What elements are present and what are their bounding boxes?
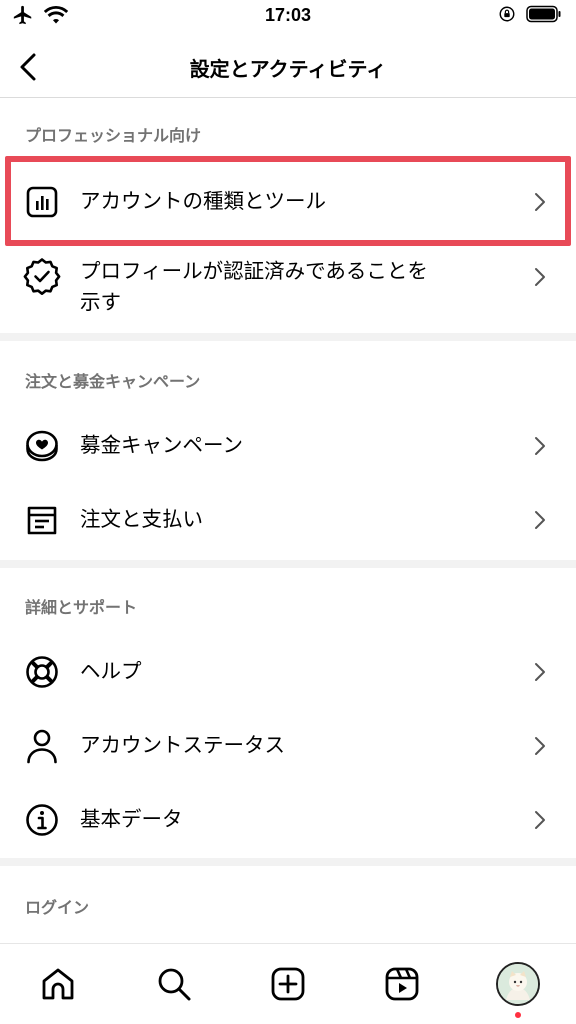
nav-bar: 設定とアクティビティ bbox=[0, 36, 576, 98]
list-item-label: アカウントステータス bbox=[80, 733, 285, 757]
section-divider bbox=[0, 858, 576, 866]
tab-bar bbox=[0, 943, 576, 1024]
list-item-orders-payments[interactable]: 注文と支払い bbox=[0, 484, 576, 556]
list-item-label: 基本データ bbox=[80, 807, 183, 831]
home-icon bbox=[40, 966, 76, 1002]
list-item-fundraisers[interactable]: 募金キャンペーン bbox=[0, 410, 576, 482]
highlight-box bbox=[5, 156, 571, 246]
section-header-professional: プロフェッショナル向け bbox=[25, 126, 202, 145]
notification-dot bbox=[515, 1012, 521, 1018]
section-header-orders-fundraisers: 注文と募金キャンペーン bbox=[25, 372, 201, 391]
list-item-label: 注文と支払い bbox=[80, 507, 203, 531]
receipt-icon bbox=[22, 500, 62, 540]
status-right-icons bbox=[498, 5, 562, 23]
search-icon bbox=[156, 966, 192, 1002]
battery-icon bbox=[526, 5, 562, 23]
list-item-label-line1: プロフィールが認証済みであることを bbox=[80, 259, 428, 283]
chevron-right-icon bbox=[532, 265, 548, 289]
list-item-account-status[interactable]: アカウントステータス bbox=[0, 710, 576, 782]
orientation-lock-icon bbox=[498, 5, 516, 23]
info-icon bbox=[22, 800, 62, 840]
verified-badge-icon bbox=[22, 256, 62, 296]
tab-home[interactable] bbox=[36, 962, 80, 1006]
reels-icon bbox=[384, 966, 420, 1002]
chevron-right-icon bbox=[532, 660, 548, 684]
section-divider bbox=[0, 560, 576, 568]
list-item-label-line2: 示す bbox=[80, 290, 121, 314]
section-header-login: ログイン bbox=[25, 898, 90, 917]
tab-profile[interactable] bbox=[496, 962, 540, 1006]
list-item-about[interactable]: 基本データ bbox=[0, 784, 576, 856]
tab-reels[interactable] bbox=[380, 962, 424, 1006]
list-item-verified-profile[interactable]: プロフィールが認証済みであることを 示す bbox=[0, 250, 576, 328]
lifebuoy-icon bbox=[22, 652, 62, 692]
chevron-right-icon bbox=[532, 434, 548, 458]
list-item-label: 募金キャンペーン bbox=[80, 433, 243, 457]
section-divider bbox=[0, 333, 576, 341]
section-header-details-support: 詳細とサポート bbox=[25, 598, 138, 617]
chevron-right-icon bbox=[532, 508, 548, 532]
status-bar: 17:03 bbox=[0, 0, 576, 36]
list-item-help[interactable]: ヘルプ bbox=[0, 636, 576, 708]
person-icon bbox=[22, 726, 62, 766]
create-icon bbox=[270, 966, 306, 1002]
chevron-right-icon bbox=[532, 734, 548, 758]
tab-create[interactable] bbox=[266, 962, 310, 1006]
heart-coin-icon bbox=[22, 426, 62, 466]
status-time: 17:03 bbox=[264, 5, 312, 25]
list-item-label: プロフィールが認証済みであることを 示す bbox=[80, 256, 428, 318]
avatar bbox=[496, 962, 540, 1006]
chevron-right-icon bbox=[532, 808, 548, 832]
list-item-label: ヘルプ bbox=[80, 659, 142, 683]
tab-search[interactable] bbox=[152, 962, 196, 1006]
page-title: 設定とアクティビティ bbox=[189, 57, 387, 81]
